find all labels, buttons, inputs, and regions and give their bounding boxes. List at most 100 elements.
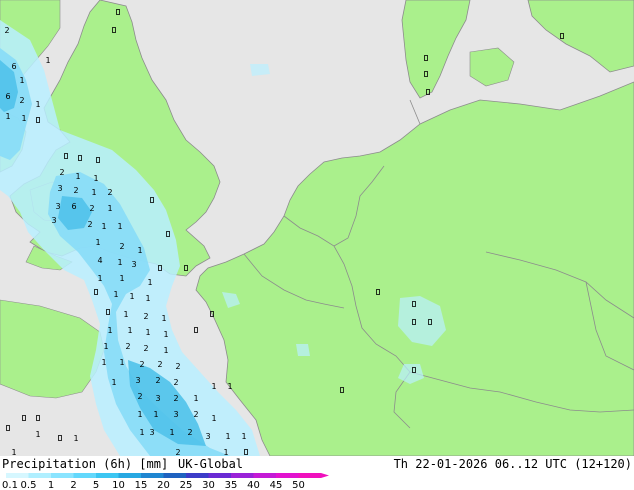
precip-value-label: 1 (113, 290, 118, 299)
scale-tick-label: 2 (70, 480, 76, 490)
precip-value-label: 1 (75, 172, 80, 181)
precip-value-label: 2 (4, 26, 9, 35)
precip-value-label: 1 (93, 174, 98, 183)
scale-tick-label: 40 (247, 480, 260, 490)
precip-value-label: 2 (173, 378, 178, 387)
precip-value-label: 1 (101, 358, 106, 367)
precip-value-label: 1 (73, 434, 78, 443)
precip-value-label: 1 (127, 326, 132, 335)
scale-swatch (6, 473, 29, 478)
scale-tick-label: 1 (48, 480, 54, 490)
precip-value-label: 1 (95, 238, 100, 247)
precip-value-label: 1 (129, 292, 134, 301)
precip-value-label: 6 (71, 202, 76, 211)
precip-value-label: 1 (163, 346, 168, 355)
precip-value-label: 1 (103, 342, 108, 351)
scale-swatch (208, 473, 231, 478)
precip-value-label: 1 (45, 56, 50, 65)
precip-value-label: 1 (91, 188, 96, 197)
precip-value-label: 2 (59, 168, 64, 177)
precip-value-label: 1 (97, 274, 102, 283)
precip-value-label: 1 (145, 294, 150, 303)
precip-value-label: 1 (117, 258, 122, 267)
precip-value-label: 1 (107, 204, 112, 213)
precip-value-label: 3 (57, 184, 62, 193)
precip-value-label: 3 (51, 216, 56, 225)
precip-value-label: 1 (123, 310, 128, 319)
precip-value-label: 1 (225, 432, 230, 441)
precip-value-label: 1 (211, 382, 216, 391)
precip-value-label: 2 (155, 376, 160, 385)
precip-value-label: 1 (119, 358, 124, 367)
scale-swatch (118, 473, 141, 478)
scale-swatch (73, 473, 96, 478)
scale-swatch (28, 473, 51, 478)
precip-value-label: 3 (155, 394, 160, 403)
precip-value-label: 1 (35, 430, 40, 439)
precip-value-label: 1 (117, 222, 122, 231)
scale-tick-label: 30 (202, 480, 215, 490)
scale-tick-label: 10 (112, 480, 125, 490)
precip-value-label: 1 (107, 326, 112, 335)
precip-value-label: 2 (193, 410, 198, 419)
precip-value-label: 3 (135, 376, 140, 385)
scale-tick-label: 0.1 (2, 480, 18, 490)
scale-tick-label: 25 (180, 480, 193, 490)
scale-swatch (186, 473, 209, 478)
precip-value-label: 1 (163, 330, 168, 339)
precip-value-label: 6 (11, 62, 16, 71)
model-label: UK-Global (178, 457, 244, 471)
scale-tick-label: 15 (135, 480, 148, 490)
precip-value-label: 2 (137, 392, 142, 401)
scale-swatch (276, 473, 299, 478)
precip-value-label: 2 (125, 342, 130, 351)
scale-tick-label: 50 (292, 480, 305, 490)
precip-value-label: 2 (187, 428, 192, 437)
scale-swatch (141, 473, 164, 478)
scale-swatch (163, 473, 186, 478)
precip-value-label: 2 (107, 188, 112, 197)
scale-swatch (253, 473, 276, 478)
precip-value-label: 2 (19, 96, 24, 105)
scale-swatch (298, 473, 321, 478)
scale-tick-labels: 0.1 0.5 1 2 5 10 15 20 25 30 35 40 45 50 (2, 480, 305, 490)
precip-value-label: 1 (169, 428, 174, 437)
precip-value-label: 3 (131, 260, 136, 269)
precip-value-label: 2 (143, 344, 148, 353)
precip-value-label: 2 (173, 394, 178, 403)
product-label: Precipitation (6h) [mm] (2, 457, 169, 471)
precip-value-label: 3 (149, 428, 154, 437)
scale-tick-label: 5 (93, 480, 99, 490)
precip-value-label: 2 (119, 242, 124, 251)
precip-value-label: 1 (211, 414, 216, 423)
precip-value-label: 1 (227, 382, 232, 391)
precip-value-label: 6 (5, 92, 10, 101)
precip-color-scale: 0.1 0.5 1 2 5 10 15 20 25 30 35 40 45 50 (2, 473, 329, 490)
scale-tick-label: 0.5 (21, 480, 37, 490)
scale-tick-label: 20 (157, 480, 170, 490)
precip-value-label: 1 (19, 76, 24, 85)
scale-swatch (96, 473, 119, 478)
precip-value-label: 1 (101, 222, 106, 231)
precip-value-label: 1 (21, 114, 26, 123)
precip-value-label: 3 (205, 432, 210, 441)
scale-swatches (6, 473, 329, 478)
precip-value-label: 1 (241, 432, 246, 441)
scale-swatch (51, 473, 74, 478)
precip-value-label: 1 (193, 394, 198, 403)
precip-value-label: 4 (97, 256, 102, 265)
precip-value-label: 1 (35, 100, 40, 109)
precip-value-label: 2 (89, 204, 94, 213)
precip-value-label: 1 (119, 274, 124, 283)
precip-value-label: 1 (153, 410, 158, 419)
scale-arrow (321, 473, 329, 478)
precip-value-label: 2 (175, 362, 180, 371)
precip-value-label: 2 (143, 312, 148, 321)
scale-tick-label: 35 (225, 480, 238, 490)
scale-tick-label: 45 (270, 480, 283, 490)
precip-value-label: 1 (147, 278, 152, 287)
precip-value-label: 2 (139, 360, 144, 369)
precip-value-label: 1 (111, 378, 116, 387)
precip-value-label: 3 (173, 410, 178, 419)
precip-value-label: 1 (161, 314, 166, 323)
